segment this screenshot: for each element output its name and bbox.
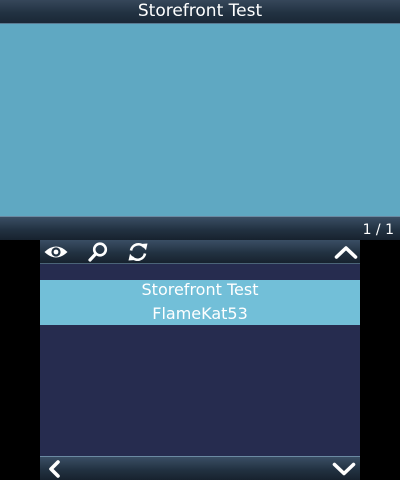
- refresh-icon[interactable]: [124, 240, 152, 264]
- chevron-left-icon[interactable]: [40, 457, 68, 480]
- eye-icon[interactable]: [42, 240, 70, 264]
- list-item[interactable]: Storefront Test FlameKat53: [40, 280, 360, 325]
- list-item-title: Storefront Test: [141, 280, 259, 299]
- page-indicator: 1 / 1: [362, 222, 394, 238]
- search-icon[interactable]: [84, 240, 112, 264]
- app-title-bar: Storefront Test: [0, 0, 400, 24]
- bottom-nav-bar: [40, 456, 360, 480]
- top-screen: Storefront Test 1 / 1: [0, 0, 400, 240]
- list-item-author: FlameKat53: [152, 304, 248, 323]
- bottom-screen: Storefront Test FlameKat53: [40, 240, 360, 480]
- toolbar: [40, 240, 360, 264]
- chevron-down-icon[interactable]: [330, 457, 358, 480]
- app-title: Storefront Test: [137, 1, 263, 21]
- chevron-up-icon[interactable]: [332, 240, 360, 264]
- top-status-bar: 1 / 1: [0, 216, 400, 240]
